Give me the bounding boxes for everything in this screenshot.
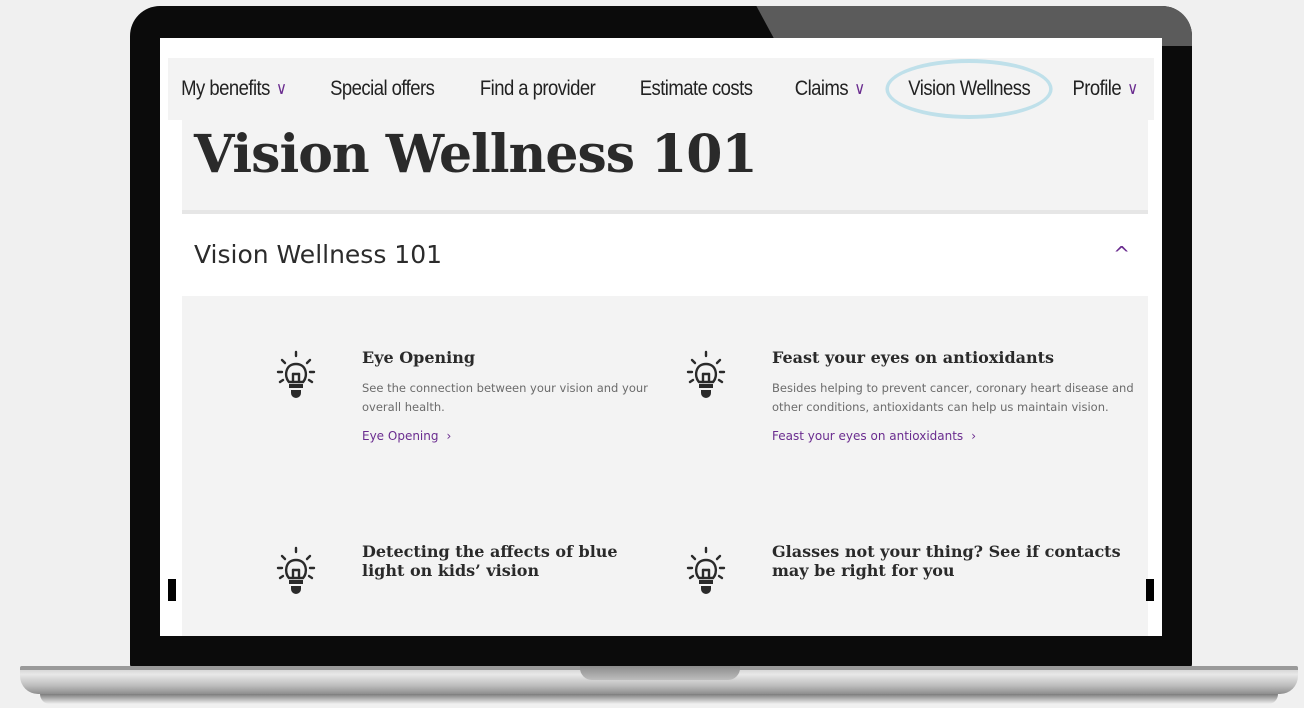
nav-item-label: Profile — [1072, 77, 1121, 100]
card-link[interactable]: Eye Opening › — [362, 429, 662, 443]
laptop-shadow — [40, 694, 1278, 704]
card-title: Glasses not your thing? See if contacts … — [772, 542, 1121, 580]
card-antioxidants: Feast your eyes on antioxidants Besides … — [772, 348, 1138, 443]
lightbulb-icon — [686, 546, 726, 594]
card-title: Eye Opening — [362, 348, 476, 367]
chevron-up-icon[interactable]: ^ — [1113, 242, 1130, 266]
card-title: Detecting the affects of blue light on k… — [362, 542, 618, 580]
nav-item-find-a-provider[interactable]: Find a provider — [479, 77, 595, 101]
main-nav: My benefits ∨ Special offers Find a prov… — [168, 58, 1154, 120]
nav-item-label: Special offers — [330, 77, 435, 100]
nav-item-special-offers[interactable]: Special offers — [330, 77, 435, 101]
card-eye-opening: Eye Opening See the connection between y… — [362, 348, 662, 443]
nav-item-profile[interactable]: Profile ∨ — [1072, 77, 1138, 101]
hero-banner: Vision Wellness 101 — [182, 120, 1148, 210]
lightbulb-icon — [276, 350, 316, 398]
card-link-label: Eye Opening — [362, 429, 439, 443]
accordion-title: Vision Wellness 101 — [194, 240, 443, 269]
scroll-edge-right — [1146, 579, 1154, 601]
card-link[interactable]: Feast your eyes on antioxidants › — [772, 429, 1138, 443]
chevron-down-icon: ∨ — [276, 79, 287, 98]
card-link-label: Feast your eyes on antioxidants — [772, 429, 964, 443]
page-title: Vision Wellness 101 — [194, 124, 758, 185]
chevron-right-icon: › — [446, 429, 452, 443]
card-blue-light: Detecting the affects of blue light on k… — [362, 542, 652, 592]
card-description: Besides helping to prevent cancer, coron… — [772, 381, 1134, 414]
laptop-notch — [580, 666, 740, 680]
nav-item-label: My benefits — [181, 77, 270, 100]
chevron-right-icon: › — [971, 429, 976, 443]
laptop-screen: My benefits ∨ Special offers Find a prov… — [160, 38, 1162, 636]
lightbulb-icon — [686, 350, 726, 398]
accordion-panel: Eye Opening See the connection between y… — [182, 296, 1148, 636]
scroll-edge-left — [168, 579, 176, 601]
accordion-header[interactable]: Vision Wellness 101 ^ — [182, 214, 1148, 296]
lightbulb-icon — [276, 546, 316, 594]
nav-item-label: Claims — [795, 77, 849, 100]
nav-item-label: Find a provider — [479, 77, 595, 100]
card-title: Feast your eyes on antioxidants — [772, 348, 1055, 367]
chevron-down-icon: ∨ — [854, 79, 866, 98]
nav-item-claims[interactable]: Claims ∨ — [795, 77, 865, 101]
card-description: See the connection between your vision a… — [362, 381, 648, 414]
nav-item-estimate-costs[interactable]: Estimate costs — [640, 77, 753, 101]
card-contacts: Glasses not your thing? See if contacts … — [772, 542, 1148, 592]
nav-item-label: Estimate costs — [640, 77, 753, 100]
nav-item-my-benefits[interactable]: My benefits ∨ — [181, 77, 287, 101]
nav-item-label: Vision Wellness — [907, 77, 1030, 100]
nav-item-vision-wellness[interactable]: Vision Wellness — [884, 59, 1054, 119]
chevron-down-icon: ∨ — [1127, 79, 1138, 98]
